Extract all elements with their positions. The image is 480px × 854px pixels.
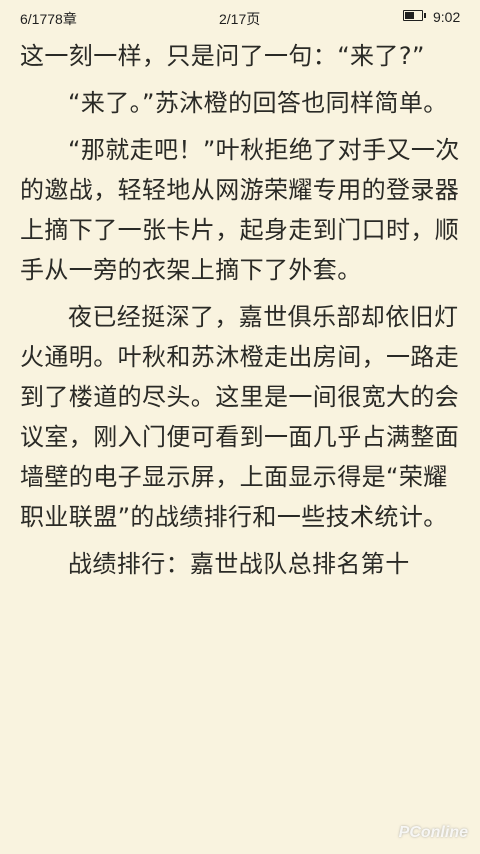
paragraph: 战绩排行：嘉世战队总排名第十 [68,550,410,578]
battery-level-fill [405,12,414,19]
reading-page[interactable]: 这一刻一样，只是问了一句：“来了?” “来了。”苏沐橙的回答也同样简单。 “那就… [20,36,460,591]
status-time: 9:02 [433,9,461,25]
paragraph: “来了。”苏沐橙的回答也同样简单。 [68,89,448,117]
status-bar: 6/1778章 2/17页 9:02 [0,0,480,34]
paragraph: 夜已经挺深了，嘉世俱乐部却依旧灯火通明。叶秋和苏沐橙走出房间，一路走到了楼道的尽… [20,303,460,531]
page-progress: 2/17页 [219,11,261,27]
watermark-logo: PConline [398,824,468,841]
chapter-progress: 6/1778章 [20,11,77,27]
battery-icon [403,10,426,21]
paragraph: 这一刻一样，只是问了一句：“来了?” [20,42,425,70]
paragraph: “那就走吧！”叶秋拒绝了对手又一次的邀战，轻轻地从网游荣耀专用的登录器上摘下了一… [20,136,460,284]
